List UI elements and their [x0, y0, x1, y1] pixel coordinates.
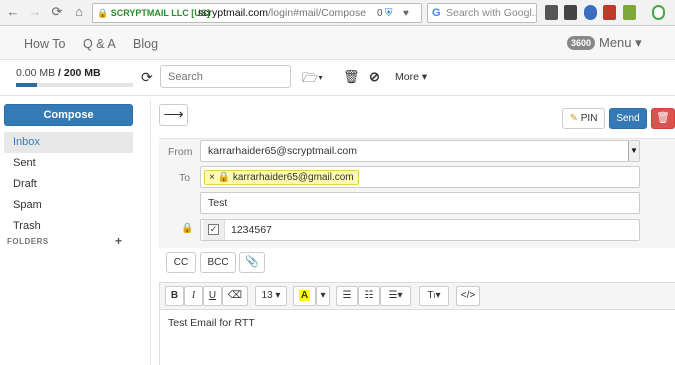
font-size-dropdown[interactable]: 13 ▾ [255, 286, 287, 306]
compose-button[interactable]: Compose [4, 104, 133, 126]
refresh-icon[interactable]: ⟳ [141, 69, 153, 86]
arrow-right-icon: ⟶ [163, 106, 184, 122]
to-label: To [179, 172, 191, 184]
lock-icon: 🔒 [181, 223, 194, 234]
remove-token-icon[interactable]: × [209, 172, 215, 183]
expand-button[interactable]: ⟶ [159, 104, 188, 126]
forward-arrow-icon[interactable]: → [28, 5, 42, 19]
text-color-button[interactable]: A [293, 286, 316, 306]
folder-draft[interactable]: Draft [4, 174, 133, 195]
mail-search-input[interactable] [160, 65, 291, 88]
subject-input[interactable]: Test [200, 192, 640, 214]
folder-sent[interactable]: Sent [4, 153, 133, 174]
url-bar[interactable]: 🔒 SCRYPTMAIL LLC [US] scryptmail.com/log… [92, 3, 422, 23]
block-icon[interactable]: ⊘ [369, 69, 380, 85]
storage-progress-bar [16, 83, 133, 87]
recipient-token[interactable]: × 🔒 karrarhaider65@gmail.com [204, 170, 359, 185]
app-header: How To Q & A Blog 3600 Menu ▾ [0, 27, 675, 60]
folder-inbox[interactable]: Inbox [4, 132, 133, 153]
bullet-list-icon[interactable]: ☰ [336, 286, 358, 306]
text-color-dropdown[interactable]: ▾ [316, 286, 330, 306]
nav-qa[interactable]: Q & A [83, 37, 116, 51]
folder-spam[interactable]: Spam [4, 195, 133, 216]
underline-button[interactable]: U [203, 286, 222, 306]
numbered-list-icon[interactable]: ☷ [358, 286, 380, 306]
align-dropdown[interactable]: ☰▾ [380, 286, 411, 306]
italic-button[interactable]: I [184, 286, 203, 306]
divider [0, 95, 675, 96]
extension-icon-6[interactable] [652, 5, 665, 20]
chevron-down-icon[interactable]: ▼ [628, 141, 639, 161]
trash-icon[interactable]: 🗑 [343, 69, 360, 85]
folders-heading: FOLDERS [7, 237, 49, 246]
nav-how-to[interactable]: How To [24, 37, 65, 51]
shield-icon[interactable]: ⛨ [385, 6, 393, 21]
browser-search-bar[interactable]: G Search with Googl... [427, 3, 537, 23]
more-dropdown[interactable]: More ▾ [395, 71, 427, 83]
url-text[interactable]: scryptmail.com/login#mail/Compose [198, 6, 366, 21]
from-label: From [168, 146, 193, 158]
google-icon: G [432, 7, 441, 19]
home-icon[interactable]: ⌂ [72, 5, 86, 19]
extension-icon-1[interactable] [545, 5, 558, 20]
eraser-icon[interactable]: ⌫ [222, 286, 248, 306]
reload-icon[interactable]: ⟳ [50, 5, 64, 19]
font-size-value: 13 [261, 290, 273, 301]
extension-icon-4[interactable] [603, 5, 616, 20]
move-folder-icon[interactable]: 🗁▾ [302, 69, 323, 91]
credits-badge: 3600 [567, 36, 596, 50]
folder-trash[interactable]: Trash [4, 216, 133, 237]
extension-icon-5[interactable] [623, 5, 636, 20]
storage-progress-fill [16, 83, 38, 87]
url-badge-count[interactable]: 0 [377, 6, 383, 21]
send-button[interactable]: Send [609, 108, 647, 129]
from-select[interactable]: karrarhaider65@scryptmail.com [200, 140, 640, 162]
browser-chrome: ← → ⟳ ⌂ 🔒 SCRYPTMAIL LLC [US] scryptmail… [0, 0, 675, 26]
pencil-icon: ✎ [569, 113, 578, 124]
menu-dropdown[interactable]: Menu ▾ [599, 35, 642, 51]
trash-icon: 🗑 [656, 112, 670, 124]
cc-button[interactable]: CC [166, 252, 196, 273]
vertical-divider [150, 100, 151, 365]
recipient-email: karrarhaider65@gmail.com [232, 172, 354, 183]
heart-icon[interactable]: ♥ [403, 6, 409, 21]
pin-checkbox[interactable]: ✓ [208, 224, 219, 235]
pin-checkbox-wrap[interactable]: ✓ [203, 220, 225, 240]
extension-icon-3[interactable] [584, 5, 597, 20]
code-view-icon[interactable]: </> [456, 286, 480, 306]
pin-label: PIN [580, 113, 598, 124]
attach-button[interactable]: 📎 [239, 252, 265, 273]
highlight-a-icon: A [298, 290, 311, 301]
extension-icon-2[interactable] [564, 5, 577, 20]
browser-search-placeholder: Search with Googl... [446, 7, 536, 19]
bold-button[interactable]: B [165, 286, 184, 306]
nav-blog[interactable]: Blog [133, 37, 158, 51]
pin-button[interactable]: ✎ PIN [562, 108, 605, 129]
delete-draft-button[interactable]: 🗑 [651, 108, 675, 129]
bcc-button[interactable]: BCC [200, 252, 236, 273]
storage-usage: 0.00 MB / 200 MB [16, 67, 101, 79]
pin-input[interactable]: 1234567 [200, 219, 640, 241]
back-arrow-icon[interactable]: ← [6, 5, 20, 19]
secure-identity[interactable]: 🔒 SCRYPTMAIL LLC [US] [97, 7, 210, 20]
text-style-dropdown[interactable]: TI▾ [419, 286, 449, 306]
message-body[interactable]: Test Email for RTT [168, 317, 255, 329]
paperclip-icon: 📎 [245, 256, 259, 268]
add-folder-icon[interactable]: + [115, 234, 122, 248]
